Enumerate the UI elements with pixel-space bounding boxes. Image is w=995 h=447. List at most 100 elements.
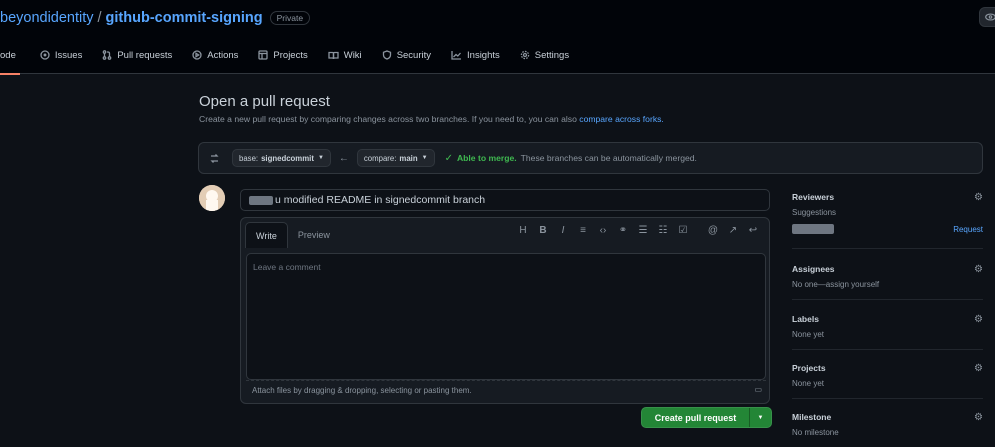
- mention-icon[interactable]: @: [703, 225, 723, 236]
- projects-value: None yet: [792, 379, 983, 388]
- check-icon: ✓: [445, 153, 453, 164]
- pr-title-value: u modified README in signedcommit branch: [275, 194, 485, 206]
- comment-textarea[interactable]: Leave a comment: [246, 253, 766, 380]
- compare-bar: base: signedcommit ▼ ← compare: main ▼ ✓…: [198, 142, 983, 174]
- milestone-title: Milestone: [792, 412, 983, 422]
- repo-header: beyondidentity / github-commit-signing P…: [0, 0, 995, 74]
- tab-wiki[interactable]: Wiki: [318, 36, 372, 74]
- unordered-list-icon[interactable]: ☰: [633, 225, 653, 236]
- compare-branch-name: main: [399, 154, 417, 163]
- tab-actions[interactable]: Actions: [182, 36, 248, 74]
- pr-title-input[interactable]: u modified README in signedcommit branch: [240, 189, 770, 211]
- assignees-value[interactable]: No one—assign yourself: [792, 280, 983, 289]
- tab-preview[interactable]: Preview: [288, 222, 340, 248]
- markdown-icon[interactable]: ▭: [754, 385, 762, 394]
- merge-ok-label: Able to merge.: [457, 153, 517, 163]
- caret-down-icon: ▼: [318, 155, 324, 161]
- compare-icon: [209, 153, 220, 164]
- assignees-section: Assignees ⚙ No one—assign yourself: [792, 264, 983, 300]
- eye-icon: [985, 13, 995, 21]
- tasklist-icon[interactable]: ☑: [673, 225, 693, 236]
- reference-icon[interactable]: ↗: [723, 225, 743, 236]
- milestone-section: Milestone ⚙ No milestone: [792, 412, 983, 447]
- nav-label-code: ode: [0, 50, 16, 61]
- tab-code[interactable]: ode: [0, 36, 30, 74]
- projects-gear-icon[interactable]: ⚙: [974, 363, 983, 374]
- nav-label-settings: Settings: [535, 50, 569, 61]
- caret-down-icon: ▼: [422, 155, 428, 161]
- heading-icon[interactable]: H: [513, 225, 533, 236]
- attach-files-bar[interactable]: Attach files by dragging & dropping, sel…: [246, 380, 766, 400]
- bold-icon[interactable]: B: [533, 225, 553, 236]
- tab-security[interactable]: Security: [372, 36, 441, 74]
- attach-text: Attach files by dragging & dropping, sel…: [252, 386, 472, 395]
- projects-section: Projects ⚙ None yet: [792, 363, 983, 399]
- reviewers-title: Reviewers: [792, 192, 983, 202]
- nav-label-pull-requests: Pull requests: [117, 50, 172, 61]
- page-subtitle-text: Create a new pull request by comparing c…: [199, 114, 577, 124]
- code-icon[interactable]: ‹›: [593, 225, 613, 236]
- pull-request-icon: [102, 50, 112, 60]
- create-pull-request-label: Create pull request: [642, 413, 749, 423]
- compare-across-forks-link[interactable]: compare across forks.: [579, 114, 664, 124]
- labels-section: Labels ⚙ None yet: [792, 314, 983, 350]
- create-dropdown-caret[interactable]: ▼: [749, 408, 771, 427]
- base-branch-select[interactable]: base: signedcommit ▼: [232, 149, 331, 167]
- compare-branch-select[interactable]: compare: main ▼: [357, 149, 435, 167]
- request-review-link[interactable]: Request: [953, 225, 983, 234]
- tab-projects[interactable]: Projects: [248, 36, 317, 74]
- nav-label-projects: Projects: [273, 50, 307, 61]
- merge-status: ✓ Able to merge. These branches can be a…: [445, 153, 697, 164]
- merge-text: These branches can be automatically merg…: [521, 153, 697, 163]
- arrow-left-icon: ←: [339, 153, 349, 164]
- labels-value: None yet: [792, 330, 983, 339]
- redacted-name: [249, 196, 273, 205]
- projects-title: Projects: [792, 363, 983, 373]
- italic-icon[interactable]: I: [553, 225, 573, 236]
- editor-tabs: Write Preview: [241, 218, 340, 248]
- nav-label-issues: Issues: [55, 50, 82, 61]
- markdown-toolbar: H B I ≡ ‹› ⚭ ☰ ☷ ☑ @ ↗ ↩: [513, 225, 763, 236]
- comment-card: Write Preview H B I ≡ ‹› ⚭ ☰ ☷ ☑ @ ↗ ↩ L…: [240, 217, 770, 404]
- shield-icon: [382, 50, 392, 60]
- repo-title: beyondidentity / github-commit-signing P…: [0, 7, 310, 29]
- reviewers-gear-icon[interactable]: ⚙: [974, 192, 983, 203]
- nav-label-insights: Insights: [467, 50, 500, 61]
- page-subtitle: Create a new pull request by comparing c…: [199, 114, 664, 124]
- quote-icon[interactable]: ≡: [573, 225, 593, 236]
- assignees-gear-icon[interactable]: ⚙: [974, 264, 983, 275]
- milestone-gear-icon[interactable]: ⚙: [974, 412, 983, 423]
- repo-nav: ode Issues Pull requests Actions Project…: [0, 36, 579, 74]
- tab-settings[interactable]: Settings: [510, 36, 579, 74]
- pr-editor: u modified README in signedcommit branch…: [235, 187, 775, 404]
- compare-prefix: compare:: [364, 154, 397, 163]
- tab-issues[interactable]: Issues: [30, 36, 92, 74]
- tab-write[interactable]: Write: [245, 222, 288, 248]
- tab-pull-requests[interactable]: Pull requests: [92, 36, 182, 74]
- repo-slash: /: [98, 10, 102, 26]
- pr-sidebar: Reviewers ⚙ Suggestions Request Assignee…: [792, 192, 983, 447]
- reviewers-suggestions: Suggestions: [792, 208, 983, 217]
- repo-name-link[interactable]: github-commit-signing: [106, 10, 263, 26]
- avatar-image: [199, 185, 225, 211]
- redacted-reviewer: [792, 224, 834, 234]
- assignees-title: Assignees: [792, 264, 983, 274]
- play-icon: [192, 50, 202, 60]
- avatar[interactable]: [199, 185, 225, 211]
- gear-icon: [520, 50, 530, 60]
- tab-insights[interactable]: Insights: [441, 36, 510, 74]
- labels-gear-icon[interactable]: ⚙: [974, 314, 983, 325]
- watch-button[interactable]: [979, 7, 995, 27]
- create-pull-request-button[interactable]: Create pull request ▼: [641, 407, 772, 428]
- labels-title: Labels: [792, 314, 983, 324]
- link-icon[interactable]: ⚭: [613, 225, 633, 236]
- reviewer-suggestion: Request: [792, 224, 983, 234]
- reply-icon[interactable]: ↩: [743, 225, 763, 236]
- base-branch-name: signedcommit: [261, 154, 314, 163]
- nav-label-wiki: Wiki: [344, 50, 362, 61]
- ordered-list-icon[interactable]: ☷: [653, 225, 673, 236]
- issue-icon: [40, 50, 50, 60]
- milestone-value: No milestone: [792, 428, 983, 437]
- repo-owner-link[interactable]: beyondidentity: [0, 10, 94, 26]
- table-icon: [258, 50, 268, 60]
